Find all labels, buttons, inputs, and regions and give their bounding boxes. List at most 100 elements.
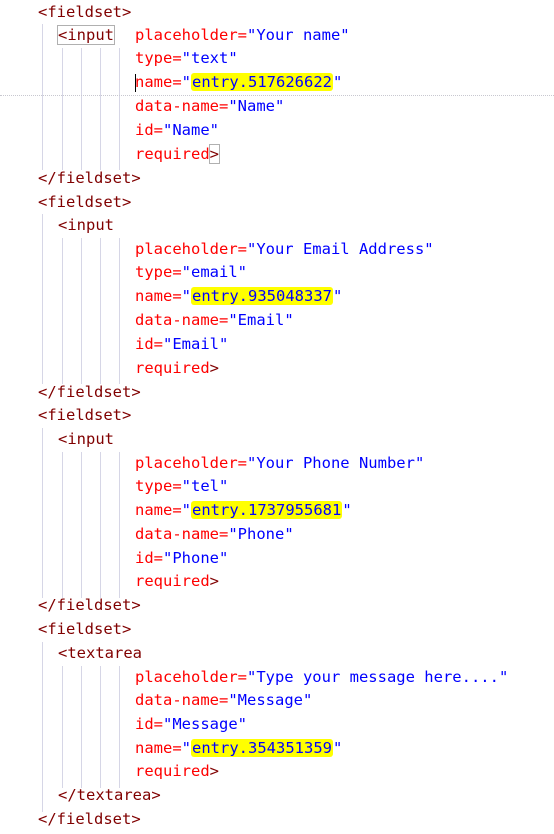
close-angle: > (209, 572, 219, 590)
indent-guide (42, 642, 43, 812)
attr-data-name: data-name= (135, 691, 229, 709)
value-placeholder: "Type your message here...." (246, 668, 509, 686)
code-line[interactable]: required> (135, 760, 219, 783)
indent-guide (81, 452, 82, 598)
code-line[interactable]: id="Message" (135, 713, 247, 736)
attr-name: name= (135, 739, 182, 757)
code-line[interactable]: type="tel" (135, 475, 228, 498)
quote-mark: " (181, 287, 192, 305)
quote-mark: " (181, 501, 192, 519)
code-line[interactable]: type="email" (135, 261, 247, 284)
code-line[interactable]: placeholder="Type your message here...." (135, 666, 508, 689)
code-line[interactable]: id="Phone" (135, 547, 228, 570)
input-open-tag: <input (57, 25, 115, 45)
value-placeholder: "Your name" (246, 26, 350, 44)
fieldset-close-tag: </fieldset> (38, 169, 141, 187)
quote-mark: " (181, 739, 192, 757)
code-line[interactable]: <fieldset> (38, 191, 131, 214)
fieldset-close-tag: </fieldset> (38, 383, 141, 401)
value-data-name: "Name" (228, 97, 285, 115)
close-angle: > (209, 762, 219, 780)
quote-mark: " (333, 73, 343, 91)
fieldset-open-tag: <fieldset> (38, 620, 132, 638)
value-type: "text" (181, 49, 238, 67)
highlighted-entry-id: entry.354351359 (191, 739, 333, 757)
code-line[interactable]: <input (58, 428, 114, 451)
attr-type: type= (135, 263, 182, 281)
attr-id: id= (135, 715, 163, 733)
code-line[interactable]: data-name="Name" (135, 95, 284, 118)
attr-data-name: data-name= (135, 525, 229, 543)
code-line[interactable]: </fieldset> (38, 381, 141, 404)
indent-guide (119, 48, 120, 170)
attr-required: required (135, 359, 210, 377)
fieldset-open-tag: <fieldset> (38, 3, 132, 21)
indent-guide (42, 214, 43, 384)
fieldset-open-tag: <fieldset> (38, 193, 132, 211)
fieldset-close-tag: </fieldset> (38, 810, 141, 828)
indent-guide (119, 238, 120, 384)
attr-id: id= (135, 121, 163, 139)
indent-guide (100, 452, 101, 598)
code-line[interactable]: name="entry.354351359" (135, 737, 342, 760)
code-line[interactable]: name="entry.935048337" (135, 285, 342, 308)
indent-guide (100, 666, 101, 788)
indent-guide (62, 666, 63, 788)
attr-type: type= (135, 49, 182, 67)
code-line[interactable]: </fieldset> (38, 594, 141, 617)
attr-name: name= (135, 287, 182, 305)
highlighted-entry-id: entry.517626622 (191, 73, 333, 91)
code-line[interactable]: placeholder="Your Phone Number" (135, 452, 424, 475)
value-type: "email" (181, 263, 247, 281)
code-line[interactable]: required> (135, 570, 219, 593)
indent-guide (62, 238, 63, 384)
code-line[interactable]: <fieldset> (38, 1, 131, 24)
code-line[interactable]: name="entry.1737955681" (135, 499, 352, 522)
attr-name: name= (135, 501, 182, 519)
code-line[interactable]: </fieldset> (38, 167, 141, 190)
value-id: "Phone" (163, 549, 229, 567)
text-caret (135, 74, 136, 92)
code-line[interactable]: </fieldset> (38, 808, 141, 831)
code-line[interactable]: required> (135, 357, 219, 380)
attr-placeholder: placeholder= (135, 240, 247, 258)
value-placeholder: "Your Phone Number" (246, 454, 425, 472)
code-line[interactable]: <fieldset> (38, 618, 131, 641)
code-line[interactable]: placeholder="Your Email Address" (135, 238, 434, 261)
value-id: "Message" (163, 715, 247, 733)
value-id: "Name" (163, 121, 219, 139)
value-id: "Email" (163, 335, 229, 353)
fieldset-close-tag: </fieldset> (38, 596, 141, 614)
value-type: "tel" (181, 477, 229, 495)
close-angle: > (208, 144, 221, 164)
indent-guide (62, 452, 63, 598)
attr-data-name: data-name= (135, 97, 229, 115)
indent-guide (100, 48, 101, 170)
attr-type: type= (135, 477, 182, 495)
code-line[interactable]: placeholder="Your name" (135, 24, 350, 47)
attr-name: name= (135, 73, 182, 91)
indent-guide (81, 48, 82, 170)
code-line[interactable]: name="entry.517626622" (135, 71, 342, 94)
code-line[interactable]: <fieldset> (38, 404, 131, 427)
attr-id: id= (135, 335, 163, 353)
indent-guide (119, 666, 120, 788)
code-line[interactable]: data-name="Phone" (135, 523, 294, 546)
code-line[interactable]: id="Name" (135, 119, 219, 142)
code-line[interactable]: data-name="Email" (135, 309, 294, 332)
code-editor[interactable]: <fieldset> <input placeholder="Your name… (0, 0, 554, 834)
quote-mark: " (333, 739, 343, 757)
attr-id: id= (135, 549, 163, 567)
textarea-close-tag: </textarea> (58, 786, 161, 804)
code-line[interactable]: <textarea (58, 642, 142, 665)
code-line[interactable]: data-name="Message" (135, 689, 312, 712)
code-line[interactable]: type="text" (135, 47, 238, 70)
close-angle: > (209, 359, 219, 377)
code-line[interactable]: required> (135, 143, 221, 166)
indent-guide (62, 48, 63, 170)
code-line[interactable]: <input (57, 24, 115, 47)
quote-mark: " (181, 73, 192, 91)
code-line[interactable]: <input (58, 214, 114, 237)
code-line[interactable]: id="Email" (135, 333, 228, 356)
code-line[interactable]: </textarea> (58, 784, 161, 807)
